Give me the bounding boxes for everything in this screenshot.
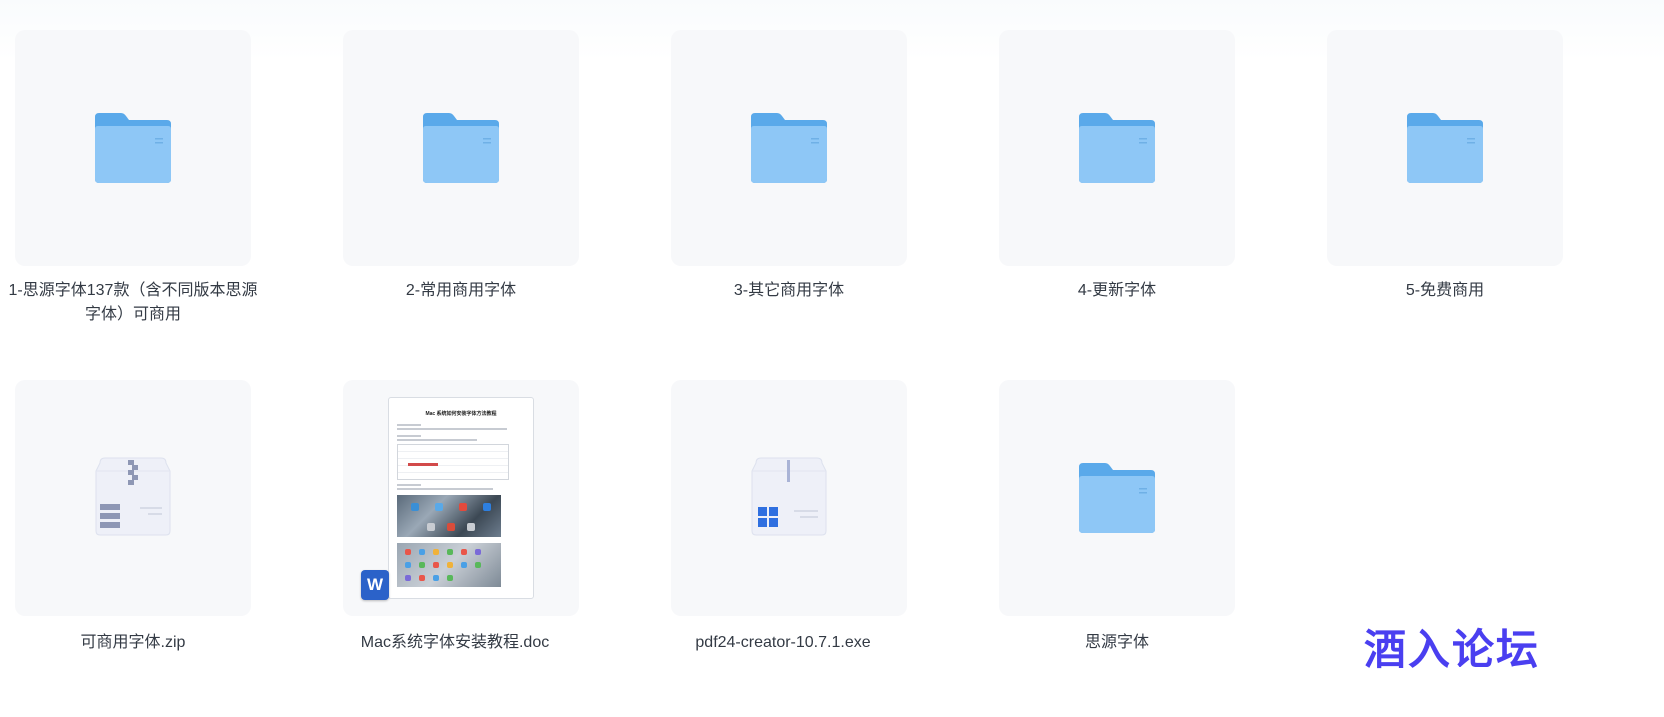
app-icon <box>483 503 491 511</box>
app-icon <box>461 562 467 568</box>
doc-preview-table <box>397 444 509 480</box>
app-icon <box>447 549 453 555</box>
word-document-icon: W <box>361 570 389 600</box>
file-name[interactable]: Mac系统字体安装教程.doc <box>325 631 585 655</box>
app-icon <box>411 503 419 511</box>
doc-text-line <box>397 488 493 490</box>
app-icon <box>447 523 455 531</box>
file-tile-folder-1[interactable] <box>15 30 251 266</box>
file-name[interactable]: pdf24-creator-10.7.1.exe <box>653 631 913 655</box>
app-icon <box>427 523 435 531</box>
app-icon <box>419 575 425 581</box>
app-icon <box>433 575 439 581</box>
exe-installer-icon <box>748 455 830 542</box>
file-tile-folder-4[interactable] <box>999 30 1235 266</box>
doc-highlight-mark <box>408 463 438 466</box>
folder-icon <box>1405 111 1485 185</box>
file-grid: 1-思源字体137款（含不同版本思源字体）可商用 2-常用商用字体 3-其它商用… <box>0 0 1664 717</box>
doc-text-line <box>397 484 421 486</box>
file-tile-folder-2[interactable] <box>343 30 579 266</box>
app-icon <box>447 562 453 568</box>
zip-archive-icon <box>92 455 174 542</box>
app-icon <box>467 523 475 531</box>
app-icon <box>435 503 443 511</box>
app-icon <box>475 549 481 555</box>
file-name[interactable]: 思源字体 <box>987 631 1247 655</box>
file-tile-folder-6[interactable] <box>999 380 1235 616</box>
doc-text-line <box>397 439 477 441</box>
app-icon <box>405 549 411 555</box>
file-name[interactable]: 1-思源字体137款（含不同版本思源字体）可商用 <box>3 279 263 327</box>
folder-icon <box>749 111 829 185</box>
app-icon <box>419 549 425 555</box>
doc-preview-title: Mac 系统如何安装字体方法教程 <box>425 411 497 417</box>
file-name[interactable]: 可商用字体.zip <box>3 631 263 655</box>
file-tile-exe[interactable] <box>671 380 907 616</box>
folder-icon <box>421 111 501 185</box>
file-name[interactable]: 2-常用商用字体 <box>331 279 591 303</box>
doc-text-line <box>397 435 421 437</box>
file-tile-folder-3[interactable] <box>671 30 907 266</box>
document-preview-thumbnail: Mac 系统如何安装字体方法教程 W <box>361 397 534 600</box>
folder-icon <box>93 111 173 185</box>
doc-text-line <box>397 428 507 430</box>
forum-watermark: 酒入论坛 <box>1364 625 1541 674</box>
app-icon <box>447 575 453 581</box>
doc-preview-screenshot <box>397 495 501 537</box>
file-tile-doc[interactable]: Mac 系统如何安装字体方法教程 W <box>343 380 579 616</box>
file-name[interactable]: 3-其它商用字体 <box>659 279 919 303</box>
app-icon <box>475 562 481 568</box>
app-icon <box>461 549 467 555</box>
doc-preview-screenshot <box>397 543 501 587</box>
app-icon <box>405 562 411 568</box>
folder-icon <box>1077 111 1157 185</box>
app-icon <box>433 562 439 568</box>
app-icon <box>405 575 411 581</box>
doc-text-line <box>397 424 421 426</box>
file-name[interactable]: 5-免费商用 <box>1315 279 1575 303</box>
file-tile-zip[interactable] <box>15 380 251 616</box>
app-icon <box>419 562 425 568</box>
file-name[interactable]: 4-更新字体 <box>987 279 1247 303</box>
app-icon <box>459 503 467 511</box>
file-tile-folder-5[interactable] <box>1327 30 1563 266</box>
app-icon <box>433 549 439 555</box>
file-browser: 1-思源字体137款（含不同版本思源字体）可商用 2-常用商用字体 3-其它商用… <box>0 0 1664 717</box>
folder-icon <box>1077 461 1157 535</box>
